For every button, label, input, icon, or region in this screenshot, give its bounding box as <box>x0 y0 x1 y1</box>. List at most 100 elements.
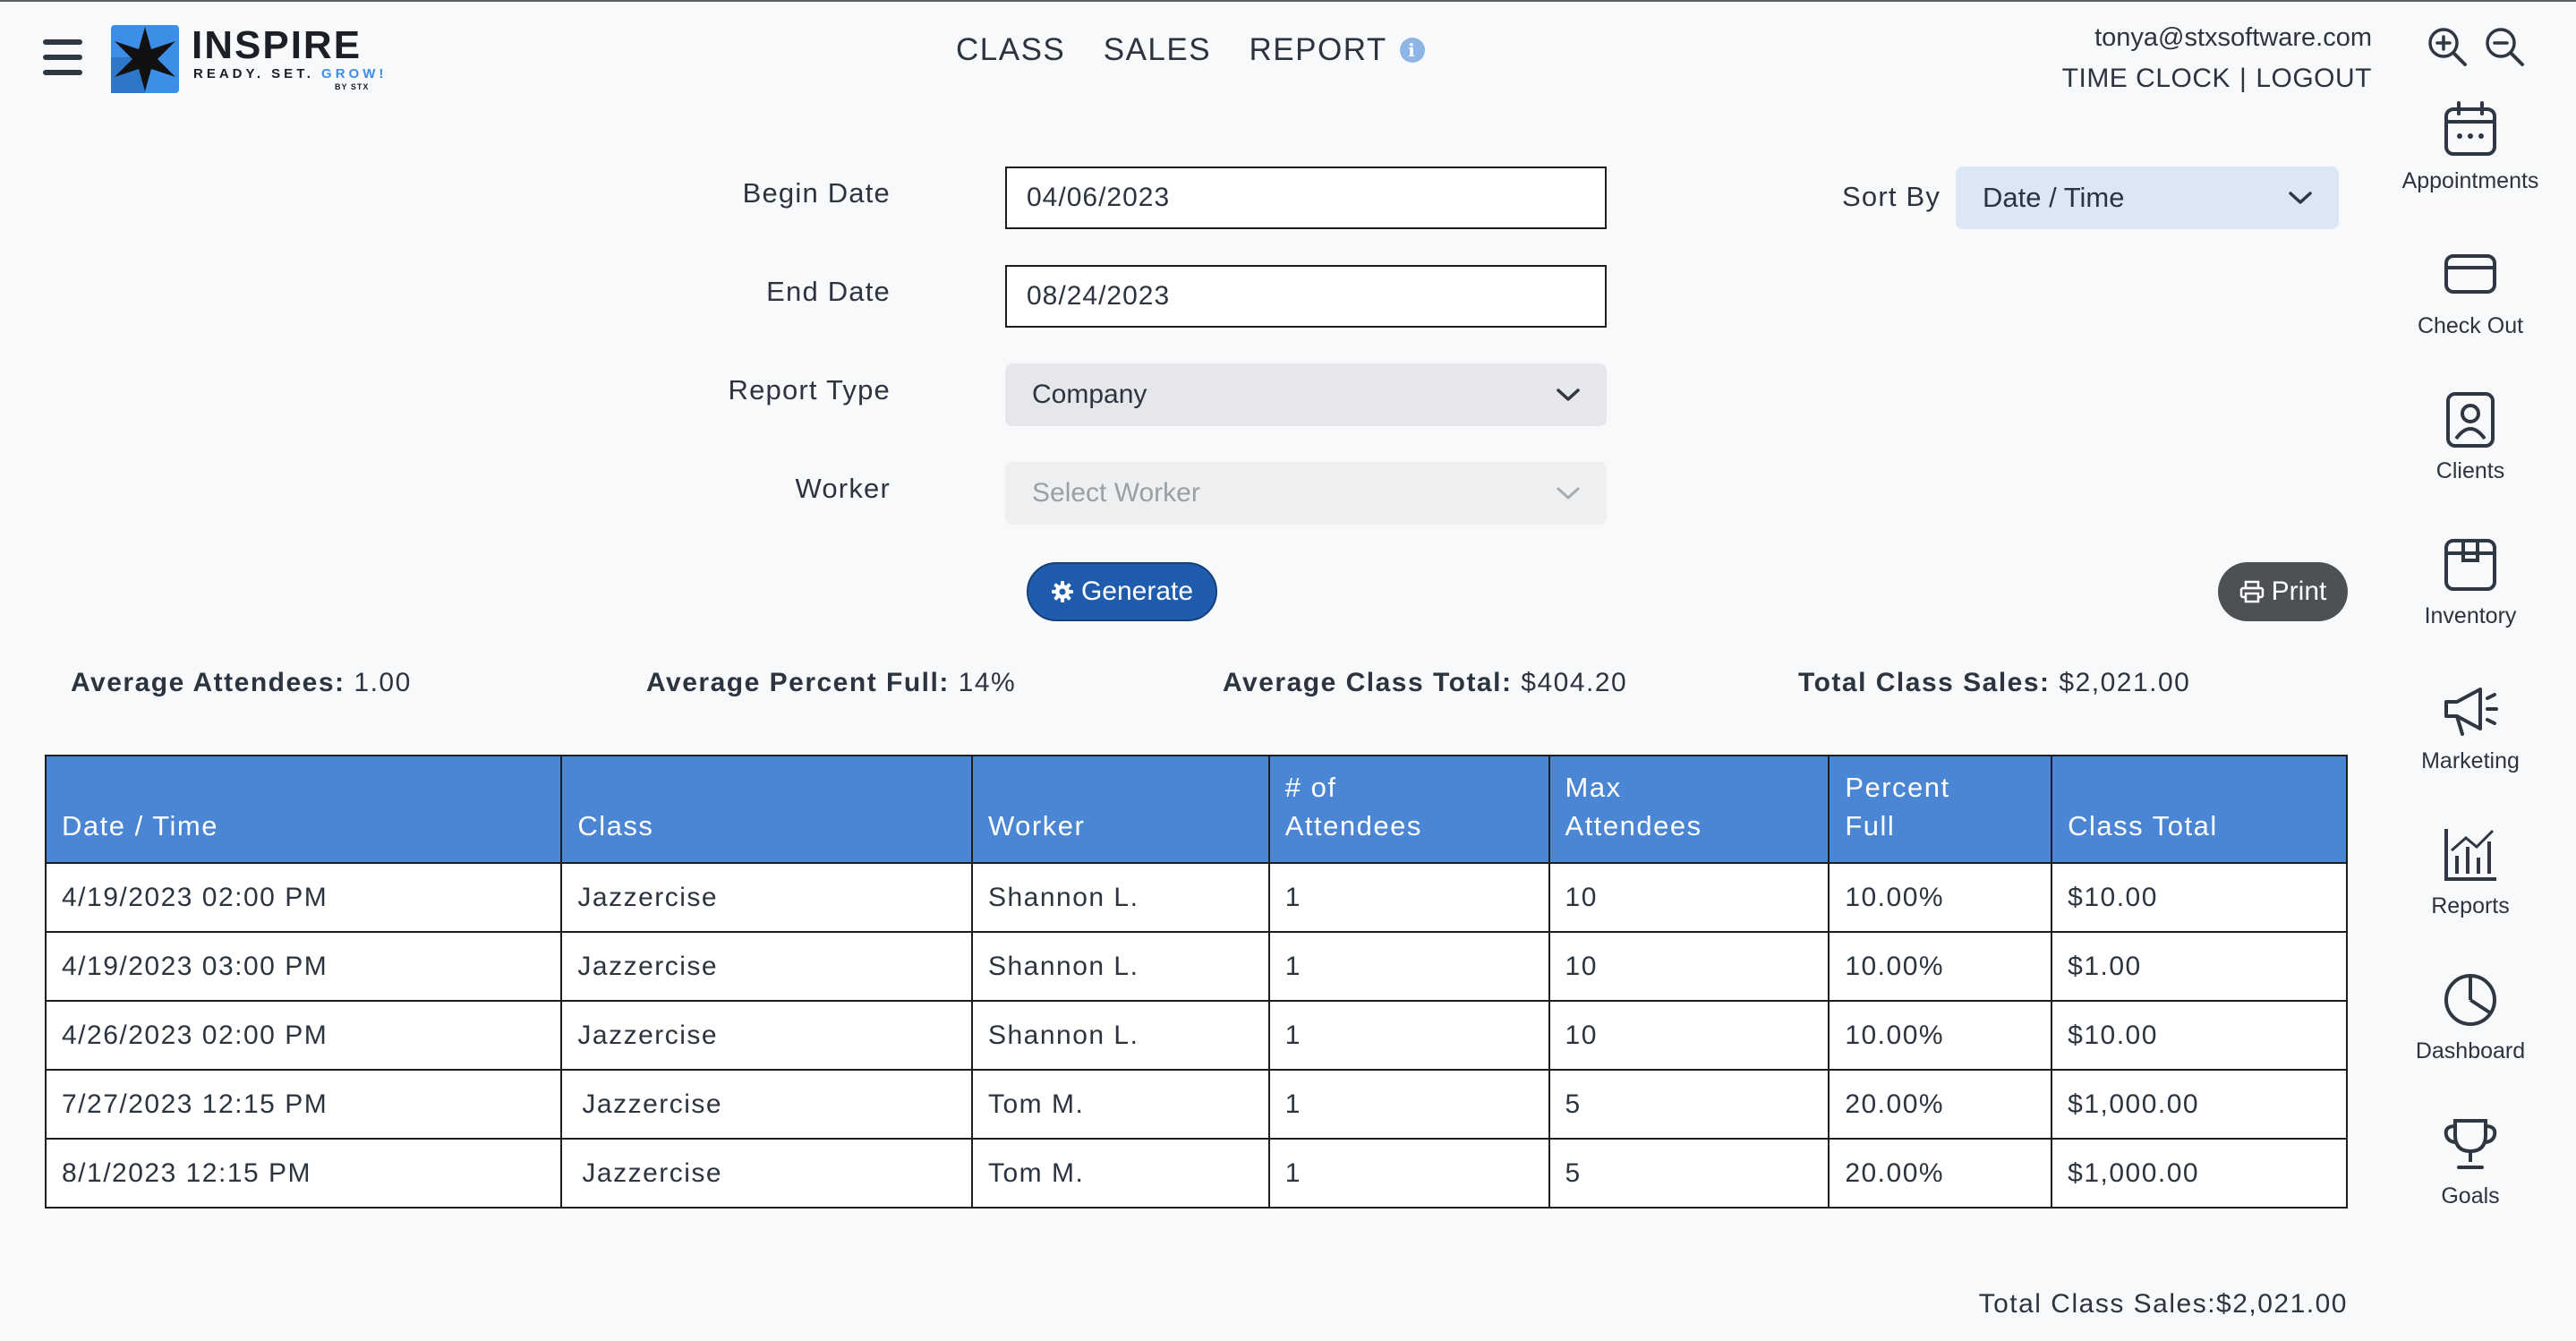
table-row: 4/19/2023 02:00 PM Jazzercise Shannon L.… <box>44 862 2348 933</box>
logo-tagline: READY. SET. GROW! <box>193 66 387 81</box>
nav-label: Check Out <box>2417 313 2524 338</box>
header-line: Class Total <box>2068 810 2218 842</box>
begin-date-label: Begin Date <box>742 177 891 209</box>
zoom-in-icon[interactable] <box>2426 25 2469 68</box>
generate-button[interactable]: Generate <box>1027 562 1217 621</box>
column-header-max-attendees[interactable]: Max Attendees <box>1548 755 1830 864</box>
column-header-class-total[interactable]: Class Total <box>2051 755 2348 864</box>
logo-by: BY STX <box>335 82 370 91</box>
generate-label: Generate <box>1080 577 1194 606</box>
cell-attendees: 1 <box>1267 1069 1550 1140</box>
table-header-row: Date / Time Class Worker # of Attendees M… <box>44 755 2348 864</box>
logo-tag-b: GROW! <box>321 66 388 81</box>
nav-clients[interactable]: Clients <box>2381 389 2560 484</box>
header-line: Worker <box>987 810 1086 842</box>
stat-label: Average Attendees: <box>71 668 345 697</box>
cell-class-total: $10.00 <box>2051 1000 2348 1071</box>
footer-total-label: Total Class Sales: <box>1978 1289 2217 1319</box>
info-icon[interactable]: i <box>1399 38 1425 63</box>
nav-goals[interactable]: Goals <box>2381 1114 2560 1209</box>
cell-date-time: 7/27/2023 12:15 PM <box>44 1069 563 1140</box>
cell-class: Jazzercise <box>560 1000 973 1071</box>
report-type-select[interactable]: Company <box>1005 363 1607 426</box>
cell-class: Jazzercise <box>560 931 973 1002</box>
gear-icon <box>1051 581 1073 602</box>
sort-by-value: Date / Time <box>1983 182 2125 213</box>
report-type-value: Company <box>1032 380 1147 409</box>
table-row: 4/26/2023 02:00 PM Jazzercise Shannon L.… <box>44 1000 2348 1071</box>
header-line: Date / Time <box>62 810 218 842</box>
link-separator: | <box>2239 64 2248 93</box>
chevron-down-icon <box>1557 389 1580 401</box>
time-clock-link[interactable]: TIME CLOCK <box>2062 64 2231 93</box>
header-line: Max <box>1565 772 1622 804</box>
cell-worker: Tom M. <box>970 1138 1270 1209</box>
header-line: Attendees <box>1565 810 1702 842</box>
print-button[interactable]: Print <box>2218 562 2348 621</box>
zoom-out-icon[interactable] <box>2483 25 2526 68</box>
cell-max-attendees: 10 <box>1548 1000 1830 1071</box>
top-border <box>0 0 2576 2</box>
cell-attendees: 1 <box>1267 862 1550 933</box>
hamburger-icon[interactable] <box>43 39 82 75</box>
nav-label: Reports <box>2431 893 2510 918</box>
nav-label: Appointments <box>2401 168 2539 193</box>
header-line: # of <box>1284 772 1337 804</box>
cell-class: Jazzercise <box>560 862 973 933</box>
cell-max-attendees: 5 <box>1548 1069 1830 1140</box>
stat-average-class-total: Average Class Total: $404.20 <box>1223 668 1627 698</box>
nav-appointments[interactable]: Appointments <box>2381 98 2560 194</box>
header-line: Attendees <box>1284 810 1422 842</box>
cell-class: Jazzercise <box>560 1138 973 1209</box>
sort-by-select[interactable]: Date / Time <box>1956 167 2339 229</box>
column-header-date-time[interactable]: Date / Time <box>44 755 563 864</box>
cell-date-time: 4/19/2023 02:00 PM <box>44 862 563 933</box>
column-header-class[interactable]: Class <box>560 755 973 864</box>
nav-check-out[interactable]: Check Out <box>2381 243 2560 339</box>
column-header-attendees[interactable]: # of Attendees <box>1267 755 1550 864</box>
stat-label: Total Class Sales: <box>1798 668 2051 697</box>
cell-date-time: 4/26/2023 02:00 PM <box>44 1000 563 1071</box>
nav-inventory[interactable]: Inventory <box>2381 534 2560 629</box>
bar-chart-icon <box>2444 829 2496 881</box>
stat-total-class-sales: Total Class Sales: $2,021.00 <box>1798 668 2190 698</box>
cell-class: Jazzercise <box>560 1069 973 1140</box>
nav-label: Marketing <box>2421 748 2520 773</box>
cell-date-time: 4/19/2023 03:00 PM <box>44 931 563 1002</box>
cell-max-attendees: 10 <box>1548 862 1830 933</box>
stat-value: $2,021.00 <box>2059 668 2191 697</box>
stat-average-percent-full: Average Percent Full: 14% <box>646 668 1016 698</box>
cell-date-time: 8/1/2023 12:15 PM <box>44 1138 563 1209</box>
page-title-text: CLASS SALES REPORT <box>956 32 1387 67</box>
header-line: Percent <box>1845 772 1950 804</box>
box-icon <box>2444 539 2496 591</box>
worker-placeholder: Select Worker <box>1032 478 1200 508</box>
cell-worker: Tom M. <box>970 1069 1270 1140</box>
nav-marketing[interactable]: Marketing <box>2381 679 2560 774</box>
cell-class-total: $1,000.00 <box>2051 1138 2348 1209</box>
cell-percent-full: 20.00% <box>1828 1069 2053 1140</box>
begin-date-input[interactable]: 04/06/2023 <box>1005 167 1607 229</box>
chevron-down-icon <box>1557 487 1580 500</box>
trophy-icon <box>2444 1119 2497 1169</box>
column-header-percent-full[interactable]: Percent Full <box>1828 755 2053 864</box>
worker-select[interactable]: Select Worker <box>1005 462 1607 525</box>
user-links: TIME CLOCK | LOGOUT <box>2050 64 2372 94</box>
logout-link[interactable]: LOGOUT <box>2256 64 2372 93</box>
cell-max-attendees: 10 <box>1548 931 1830 1002</box>
sort-by-label: Sort By <box>1842 181 1941 212</box>
end-date-input[interactable]: 08/24/2023 <box>1005 265 1607 328</box>
logo-star-icon <box>111 25 179 93</box>
stat-value: 1.00 <box>354 668 412 697</box>
cell-class-total: $1.00 <box>2051 931 2348 1002</box>
header-line: Class <box>577 810 654 842</box>
footer-total-value: $2,021.00 <box>2216 1289 2348 1319</box>
user-box: tonya@stxsoftware.com TIME CLOCK | LOGOUT <box>2050 23 2372 94</box>
nav-reports[interactable]: Reports <box>2381 824 2560 919</box>
cell-worker: Shannon L. <box>970 862 1270 933</box>
logo-tag-a: READY. SET. <box>193 66 314 81</box>
nav-dashboard[interactable]: Dashboard <box>2381 969 2560 1064</box>
column-header-worker[interactable]: Worker <box>970 755 1270 864</box>
chevron-down-icon <box>2289 192 2312 204</box>
cell-percent-full: 10.00% <box>1828 862 2053 933</box>
